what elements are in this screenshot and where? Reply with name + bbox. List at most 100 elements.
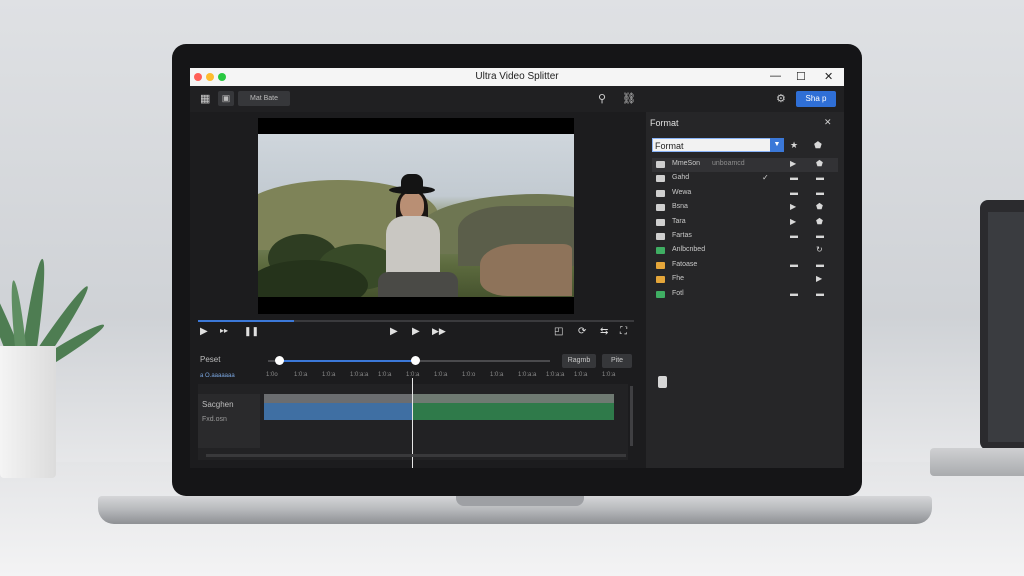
time-ruler: 1:0o 1:0:a 1:0:a 1:0:a:a 1:0:a 1:0:a 1:0:a 1:0:… xyxy=(198,372,628,382)
row-action-icon[interactable]: ▬ xyxy=(790,260,798,269)
file-icon[interactable] xyxy=(658,376,667,388)
format-row[interactable]: Fhe ▶ xyxy=(652,273,838,287)
ruler-tick: 1:0o xyxy=(266,372,278,378)
link-icon[interactable]: ⛓ xyxy=(622,92,636,105)
row-action-icon[interactable]: ▬ xyxy=(790,188,798,197)
format-row[interactable]: Bsna ▶ ⬟ xyxy=(652,201,838,215)
row-option-icon[interactable]: ▬ xyxy=(816,188,824,197)
row-option-icon[interactable]: ⬟ xyxy=(816,217,823,226)
step-forward-icon[interactable]: ▸▸ xyxy=(220,326,228,335)
video-clip-b[interactable] xyxy=(412,394,614,420)
track-name: Sacghen xyxy=(202,400,234,409)
folder-icon xyxy=(656,233,665,240)
format-row[interactable]: Tara ▶ ⬟ xyxy=(652,216,838,230)
video-preview[interactable] xyxy=(258,118,574,314)
app-window: Ultra Video Splitter — ☐ ✕ ▦ ▣ Mat Bate … xyxy=(190,68,844,468)
playback-progress[interactable] xyxy=(198,320,634,322)
format-row-label: Wewa xyxy=(672,188,692,196)
folder-icon xyxy=(656,161,665,168)
vertical-scrollbar[interactable] xyxy=(630,386,633,446)
laptop-notch xyxy=(456,496,584,506)
share-button[interactable]: Sha p xyxy=(796,91,836,107)
folder-icon xyxy=(656,189,665,197)
format-row[interactable]: Fotl ▬ ▬ xyxy=(652,288,838,302)
video-frame xyxy=(258,134,574,297)
chevron-down-icon[interactable]: ▼ xyxy=(770,138,784,152)
row-action-icon[interactable]: ▬ xyxy=(790,289,798,298)
minimize-button[interactable]: — xyxy=(770,70,781,82)
skip-end-icon[interactable]: ▶▶ xyxy=(432,326,446,337)
slider-handle-start[interactable] xyxy=(275,356,285,365)
row-option-icon[interactable]: ▬ xyxy=(816,260,824,269)
ruler-tick: 1:0:a xyxy=(602,372,616,378)
row-action-icon[interactable]: ▶ xyxy=(790,202,796,211)
format-row-label: Tara xyxy=(672,217,686,225)
row-option-icon[interactable]: ⬟ xyxy=(816,159,823,168)
check-icon: ✓ xyxy=(762,173,769,183)
play-icon[interactable]: ▶ xyxy=(200,326,208,337)
row-option-icon[interactable]: ▬ xyxy=(816,173,824,182)
row-option-icon[interactable]: ⬟ xyxy=(816,202,823,211)
title-bar: Ultra Video Splitter — ☐ ✕ xyxy=(190,68,844,86)
track-subtitle: Fxd.osn xyxy=(202,416,227,423)
star-icon[interactable]: ★ xyxy=(790,140,798,151)
row-action-icon[interactable]: ▶ xyxy=(790,159,796,168)
snapshot-icon[interactable]: ◰ xyxy=(554,326,563,337)
format-row[interactable]: Fatoase ▬ ▬ xyxy=(652,259,838,273)
folder-icon xyxy=(656,276,665,284)
pause-icon[interactable]: ❚❚ xyxy=(244,326,259,337)
row-action-icon[interactable]: ▬ xyxy=(790,231,798,240)
panel-close-icon[interactable]: ✕ xyxy=(824,117,832,128)
format-row-label: MmeSon xyxy=(672,160,701,167)
loop-icon[interactable]: ⟳ xyxy=(578,326,586,337)
row-option-icon[interactable]: ▬ xyxy=(816,231,824,240)
row-action-icon[interactable]: ▬ xyxy=(790,173,798,182)
folder-icon xyxy=(656,175,665,183)
grid-icon[interactable]: ▦ xyxy=(200,92,210,105)
apply-button[interactable]: Ragmb xyxy=(562,354,596,368)
ruler-tick: 1:0:a xyxy=(322,372,336,378)
slider-handle-end[interactable] xyxy=(410,356,420,365)
format-row-tag: unboamcd xyxy=(712,160,745,167)
row-option-icon[interactable]: ▬ xyxy=(816,289,824,298)
track-header: Sacghen Fxd.osn xyxy=(198,394,260,448)
ruler-tick: 1:0:a:a xyxy=(518,372,537,378)
window-title: Ultra Video Splitter xyxy=(475,71,559,82)
folder-icon xyxy=(656,247,665,255)
maximize-button[interactable]: ☐ xyxy=(796,70,806,83)
format-row-label: Fotl xyxy=(672,289,684,297)
horizontal-scrollbar[interactable] xyxy=(206,454,626,457)
bookmark-icon[interactable]: ⬟ xyxy=(814,140,822,151)
format-row[interactable]: Anlbcnbed ↻ xyxy=(652,244,838,258)
video-clip-a[interactable] xyxy=(264,394,412,420)
format-row[interactable]: Gahd ✓ ▬ ▬ xyxy=(652,172,838,186)
format-select[interactable]: Format xyxy=(652,138,782,152)
settings-icon[interactable]: ⚙ xyxy=(776,92,786,105)
side-button[interactable]: Pite xyxy=(602,354,632,368)
format-row[interactable]: MmeSon unboamcd ▶ ⬟ xyxy=(652,158,838,172)
window-close-button[interactable]: ✕ xyxy=(824,70,833,83)
media-button[interactable]: Mat Bate xyxy=(238,91,290,106)
split-icon[interactable]: ⇆ xyxy=(600,326,608,337)
row-option-icon[interactable]: ▶ xyxy=(816,274,822,283)
image-icon[interactable]: ▣ xyxy=(218,91,234,106)
folder-icon xyxy=(656,261,665,269)
toolbar: ▦ ▣ Mat Bate ⚲ ⛓ ⚙ Sha p xyxy=(190,86,844,112)
row-option-icon[interactable]: ↻ xyxy=(816,245,823,254)
ruler-tick: 1:0:a xyxy=(574,372,588,378)
format-row[interactable]: Wewa ▬ ▬ xyxy=(652,187,838,201)
folder-icon xyxy=(656,204,665,212)
format-row-label: Fatoase xyxy=(672,260,698,268)
main-play-icon[interactable]: ▶ xyxy=(390,326,398,337)
playback-progress-fill xyxy=(198,320,294,322)
preset-label: Peset xyxy=(200,355,221,364)
search-icon[interactable]: ⚲ xyxy=(598,92,606,105)
format-row[interactable]: Fartas ▬ ▬ xyxy=(652,230,838,244)
row-action-icon[interactable]: ▶ xyxy=(790,217,796,226)
fullscreen-icon[interactable]: ⛶ xyxy=(620,326,627,337)
format-row-label: Fhe xyxy=(672,275,685,283)
timeline-tracks[interactable]: Sacghen Fxd.osn xyxy=(198,384,628,460)
next-frame-icon[interactable]: ▶ xyxy=(412,326,420,337)
format-panel: Format ✕ Format ▼ ★ ⬟ MmeSon unboamcd ▶ ⬟ Ga… xyxy=(646,112,844,468)
folder-icon xyxy=(656,218,665,226)
